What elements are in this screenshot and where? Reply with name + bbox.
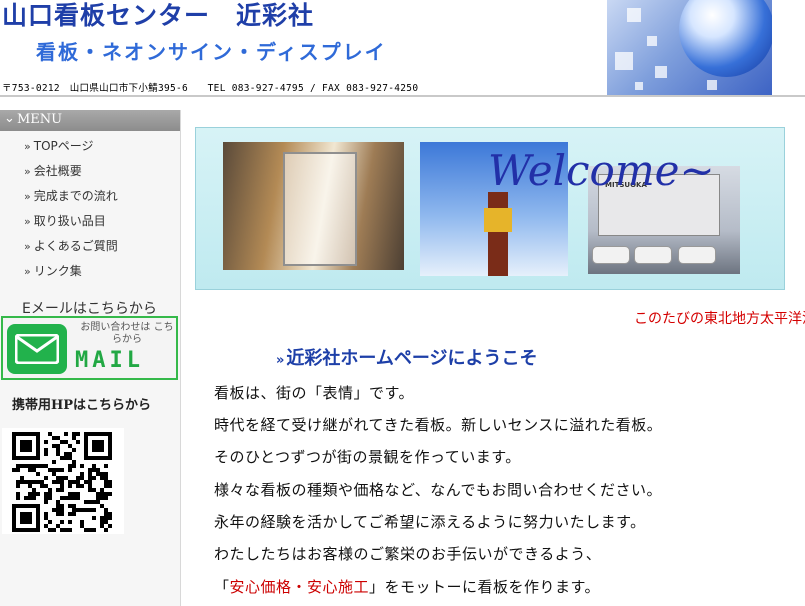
sidebar-item-company[interactable]: » 会社概要 (24, 162, 82, 184)
sidebar-item-label: 取り扱い品目 (33, 214, 106, 228)
ticker-text: このたびの東北地方太平洋沖地震 (634, 311, 805, 327)
arrow-icon: » (24, 165, 31, 178)
envelope-icon (7, 324, 67, 374)
site-subtitle: 看板・ネオンサイン・ディスプレイ (36, 40, 387, 64)
arrow-icon: » (24, 240, 31, 253)
sidebar-item-label: リンク集 (33, 264, 82, 278)
header-divider (0, 95, 805, 97)
sidebar-item-products[interactable]: » 取り扱い品目 (24, 212, 106, 234)
site-title: 山口看板センター 近彩社 (2, 1, 315, 30)
sidebar-item-faq[interactable]: » よくあるご質問 (24, 237, 118, 259)
sidebar-item-label: TOPページ (33, 139, 94, 153)
header-globe-graphic (607, 0, 772, 96)
intro-paragraph: そのひとつずつが街の景観を作っています。 (214, 448, 521, 466)
intro-paragraph: わたしたちはお客様のご繁栄のお手伝いができるよう、 (214, 545, 602, 563)
storefront-photo (223, 142, 404, 270)
arrow-icon: » (24, 265, 31, 278)
email-label: Eメールはこちらから (22, 301, 157, 317)
intro-paragraph: 看板は、街の「表情」です。 (214, 384, 415, 402)
mail-contact-button[interactable]: お問い合わせは こちらから MAIL (1, 316, 178, 380)
mail-note: お問い合わせは こちらから (80, 322, 174, 345)
mobile-site-label: 携帯用HPはこちらから (12, 398, 152, 413)
welcome-banner: MITSUOKA Welcome~ (195, 127, 785, 290)
qr-code-icon (2, 428, 124, 534)
arrow-icon: » (24, 140, 31, 153)
sidebar: ⌄ MENU » TOPページ » 会社概要 » 完成までの流れ » 取り扱い品目 » よ… (0, 110, 180, 606)
news-ticker: このたびの東北地方太平洋沖地震 (630, 304, 805, 328)
arrow-icon: » (24, 215, 31, 228)
sidebar-item-flow[interactable]: » 完成までの流れ (24, 187, 118, 209)
sidebar-item-links[interactable]: » リンク集 (24, 262, 82, 284)
motto-close: 」をモットーに看板を作ります。 (369, 578, 601, 596)
welcome-text: Welcome~ (488, 146, 715, 195)
menu-header: ⌄ MENU (0, 110, 180, 131)
heading-text: 近彩社ホームページにようこそ (286, 348, 538, 369)
mail-word: MAIL (75, 348, 144, 373)
site-header: 山口看板センター 近彩社 看板・ネオンサイン・ディスプレイ 〒753-0212 … (0, 0, 805, 97)
sidebar-item-top[interactable]: » TOPページ (24, 137, 94, 159)
arrow-icon: » (276, 353, 285, 368)
motto-line: 「安心価格・安心施工」をモットーに看板を作ります。 (214, 576, 600, 597)
motto-open: 「 (214, 578, 230, 596)
intro-paragraph: 永年の経験を活かしてご希望に添えるように努力いたします。 (214, 513, 646, 531)
menu-title: MENU (17, 112, 63, 127)
motto-text: 安心価格・安心施工 (229, 578, 370, 596)
intro-paragraph: 様々な看板の種類や価格など、なんでもお問い合わせください。 (214, 481, 663, 499)
sidebar-item-label: 会社概要 (33, 164, 82, 178)
sidebar-item-label: 完成までの流れ (33, 189, 118, 203)
page-heading: » 近彩社ホームページにようこそ (276, 344, 538, 370)
arrow-icon: » (24, 190, 31, 203)
sidebar-item-label: よくあるご質問 (33, 239, 118, 253)
chevron-down-icon: ⌄ (4, 111, 15, 126)
sidebar-divider (180, 110, 181, 606)
company-address: 〒753-0212 山口県山口市下小鯖395-6 TEL 083-927-479… (2, 83, 419, 94)
intro-paragraph: 時代を経て受け継がれてきた看板。新しいセンスに溢れた看板。 (214, 416, 663, 434)
